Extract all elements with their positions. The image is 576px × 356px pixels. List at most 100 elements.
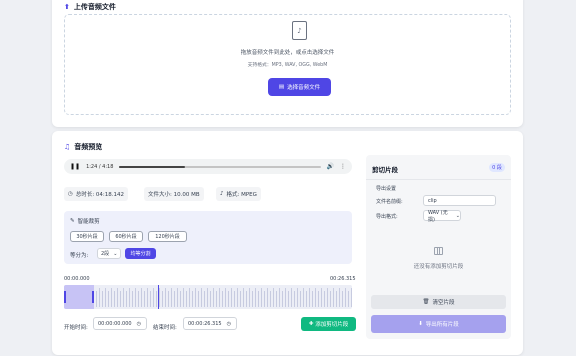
audio-player[interactable]: ❚❚ 1:24 / 4:18 🔊 ⋮ bbox=[64, 159, 352, 174]
segment-60s-button[interactable]: 60秒片段 bbox=[109, 231, 143, 242]
segment-120s-button[interactable]: 120秒片段 bbox=[148, 231, 187, 242]
waveform-bar bbox=[297, 288, 298, 307]
export-all-button[interactable]: ⬇ 导出所有片段 bbox=[371, 315, 506, 333]
waveform-bar bbox=[312, 291, 313, 307]
more-options-icon[interactable]: ⋮ bbox=[340, 163, 346, 170]
clear-clips-button[interactable]: 🗑 清空片段 bbox=[371, 295, 506, 309]
prefix-label: 文件名前缀: bbox=[376, 199, 403, 205]
add-clip-button[interactable]: ✚ 添加剪切片段 bbox=[301, 317, 356, 331]
waveform-bar bbox=[159, 288, 160, 307]
volume-icon[interactable]: 🔊 bbox=[327, 163, 334, 170]
export-settings-heading: 导出设置 bbox=[376, 186, 397, 192]
waveform-bar bbox=[306, 291, 307, 307]
waveform-bar bbox=[192, 291, 193, 307]
waveform-bar bbox=[339, 288, 340, 307]
plus-icon: ✚ bbox=[308, 321, 314, 327]
selection-end-handle[interactable] bbox=[92, 291, 94, 303]
waveform-bar bbox=[288, 291, 289, 307]
waveform-bar bbox=[141, 288, 142, 307]
waveform-bar bbox=[138, 291, 139, 307]
clip-count-badge: 0 段 bbox=[489, 163, 505, 172]
waveform-bar bbox=[195, 288, 196, 307]
waveform-bar bbox=[162, 291, 163, 307]
waveform-bar bbox=[267, 288, 268, 307]
waveform-bar bbox=[168, 291, 169, 307]
waveform-bar bbox=[240, 291, 241, 307]
waveform-bar bbox=[189, 288, 190, 307]
waveform-bar bbox=[213, 288, 214, 307]
waveform-bar bbox=[126, 291, 127, 307]
selection-start-handle[interactable] bbox=[64, 291, 66, 303]
split-count-value: 2段 bbox=[101, 251, 110, 257]
start-time-input[interactable]: 00:00:00.000 ◷ bbox=[93, 317, 147, 330]
export-all-label: 导出所有片段 bbox=[425, 322, 459, 328]
selection-region[interactable] bbox=[64, 285, 94, 309]
waveform-bar bbox=[264, 291, 265, 307]
playhead[interactable] bbox=[158, 285, 159, 309]
export-format-select[interactable]: WAV (无损) ⌄ bbox=[423, 209, 461, 223]
export-format-value: WAV (无损) bbox=[428, 209, 448, 223]
waveform-bar bbox=[246, 291, 247, 307]
waveform-bar bbox=[351, 288, 352, 307]
waveform-bar bbox=[234, 291, 235, 307]
clock-icon: ◷ bbox=[68, 191, 73, 197]
size-text: 文件大小: 10.00 MB bbox=[148, 192, 200, 198]
waveform-bar bbox=[321, 288, 322, 307]
waveform-bar bbox=[135, 288, 136, 307]
timeline-end: 00:26.315 bbox=[330, 276, 356, 282]
waveform-bar bbox=[171, 288, 172, 307]
waveform-bar bbox=[333, 288, 334, 307]
waveform-bar bbox=[117, 288, 118, 307]
pause-icon[interactable]: ❚❚ bbox=[70, 163, 80, 170]
divider bbox=[366, 179, 511, 180]
waveform-bar bbox=[219, 288, 220, 307]
waveform-bar bbox=[324, 291, 325, 307]
split-count-select[interactable]: 2段 ⌄ bbox=[97, 248, 121, 259]
download-icon: ⬇ bbox=[418, 321, 423, 327]
waveform-bar bbox=[291, 288, 292, 307]
waveform-bar bbox=[270, 291, 271, 307]
upload-card: ⬆ 上传音频文件 ♪ 拖放音频文件到此处，或点击选择文件 支持格式：MP3, W… bbox=[52, 0, 523, 127]
waveform-bar bbox=[243, 288, 244, 307]
upload-title: 上传音频文件 bbox=[73, 3, 116, 11]
chevron-down-icon: ⌄ bbox=[113, 250, 118, 257]
waveform-bar bbox=[180, 291, 181, 307]
preview-title: 音频预览 bbox=[74, 143, 103, 151]
waveform-bar bbox=[216, 291, 217, 307]
waveform-bar bbox=[150, 291, 151, 307]
segment-30s-button[interactable]: 30秒片段 bbox=[70, 231, 104, 242]
waveform-bar bbox=[342, 291, 343, 307]
waveform-bar bbox=[225, 288, 226, 307]
waveform-bar bbox=[186, 291, 187, 307]
waveform-bar bbox=[96, 291, 97, 307]
seek-bar[interactable] bbox=[119, 165, 321, 168]
end-time-input[interactable]: 00:00:26.315 ◷ bbox=[183, 317, 237, 330]
clock-icon: ◷ bbox=[226, 320, 231, 327]
waveform-bar bbox=[177, 288, 178, 307]
waveform-bar bbox=[279, 288, 280, 307]
waveform-bar bbox=[237, 288, 238, 307]
waveform-timeline[interactable] bbox=[64, 285, 352, 309]
chevron-down-icon: ⌄ bbox=[455, 212, 460, 219]
even-split-button[interactable]: 均等分割 bbox=[125, 248, 156, 259]
waveform-bar bbox=[300, 291, 301, 307]
select-audio-button[interactable]: ▤ 选择音频文件 bbox=[268, 78, 331, 96]
waveform-bar bbox=[261, 288, 262, 307]
waveform-bar bbox=[114, 291, 115, 307]
duration-text: 总时长: 04:18.142 bbox=[75, 192, 125, 198]
waveform-bar bbox=[273, 288, 274, 307]
clips-panel: 剪切片段 0 段 导出设置 文件名前缀: clip 导出格式: WAV (无损)… bbox=[366, 155, 511, 339]
prefix-input[interactable]: clip bbox=[423, 195, 496, 206]
waveform-bar bbox=[282, 291, 283, 307]
waveform-bar bbox=[315, 288, 316, 307]
waveform-bar bbox=[147, 288, 148, 307]
waveform-bar bbox=[108, 291, 109, 307]
upload-dropzone[interactable]: ♪ 拖放音频文件到此处，或点击选择文件 支持格式：MP3, WAV, OGG, … bbox=[64, 14, 511, 115]
end-time-value: 00:00:26.315 bbox=[188, 320, 222, 327]
waveform-bar bbox=[285, 288, 286, 307]
waveform-bar bbox=[345, 288, 346, 307]
smart-trim-title: ✎ 智能裁剪 bbox=[70, 217, 100, 225]
waveform-bar bbox=[303, 288, 304, 307]
player-time: 1:24 / 4:18 bbox=[86, 163, 114, 170]
waveform-bar bbox=[123, 288, 124, 307]
